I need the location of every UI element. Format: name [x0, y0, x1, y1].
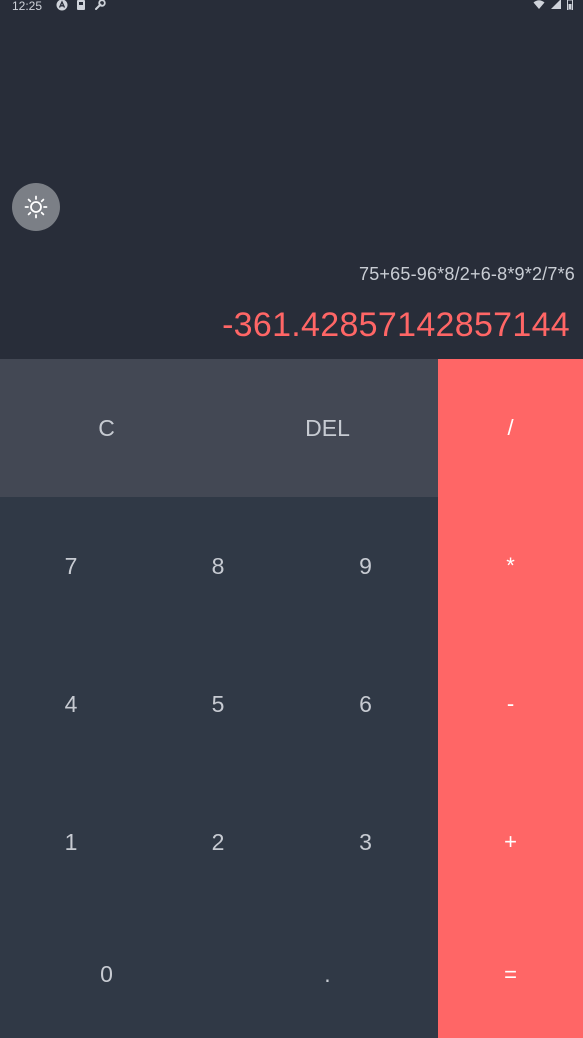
notification-a-icon — [56, 0, 68, 11]
minus-button[interactable]: - — [438, 635, 583, 773]
status-icons-left — [56, 0, 106, 11]
equals-button[interactable]: = — [438, 911, 583, 1038]
key-5[interactable]: 5 — [146, 635, 290, 773]
key-4[interactable]: 4 — [0, 635, 142, 773]
key-2[interactable]: 2 — [146, 773, 290, 911]
key-0[interactable]: 0 — [0, 911, 213, 1038]
sun-icon — [24, 195, 48, 219]
divide-button[interactable]: / — [438, 359, 583, 497]
key-7[interactable]: 7 — [0, 497, 142, 635]
status-time: 12:25 — [12, 0, 43, 13]
clear-button[interactable]: C — [0, 359, 213, 497]
delete-button[interactable]: DEL — [217, 359, 438, 497]
result-display: -361.42857142857144 — [222, 306, 570, 344]
wrench-icon — [95, 0, 106, 10]
expression-display: 75+65-96*8/2+6-8*9*2/7*6 — [359, 264, 575, 284]
signal-icon — [551, 0, 561, 9]
wifi-icon — [533, 0, 545, 9]
plus-button[interactable]: + — [438, 773, 583, 911]
keypad: C DEL / 7 8 9 * 4 5 6 - 1 2 3 + 0 . = — [0, 359, 583, 1038]
theme-toggle-button[interactable] — [12, 183, 60, 231]
status-bar: 12:25 — [0, 0, 583, 14]
status-icons-right — [533, 0, 573, 10]
key-6[interactable]: 6 — [293, 635, 438, 773]
battery-icon — [567, 0, 573, 10]
key-9[interactable]: 9 — [293, 497, 438, 635]
notification-app-icon — [77, 0, 85, 10]
key-3[interactable]: 3 — [293, 773, 438, 911]
key-1[interactable]: 1 — [0, 773, 142, 911]
multiply-button[interactable]: * — [438, 497, 583, 635]
key-8[interactable]: 8 — [146, 497, 290, 635]
decimal-button[interactable]: . — [217, 911, 438, 1038]
